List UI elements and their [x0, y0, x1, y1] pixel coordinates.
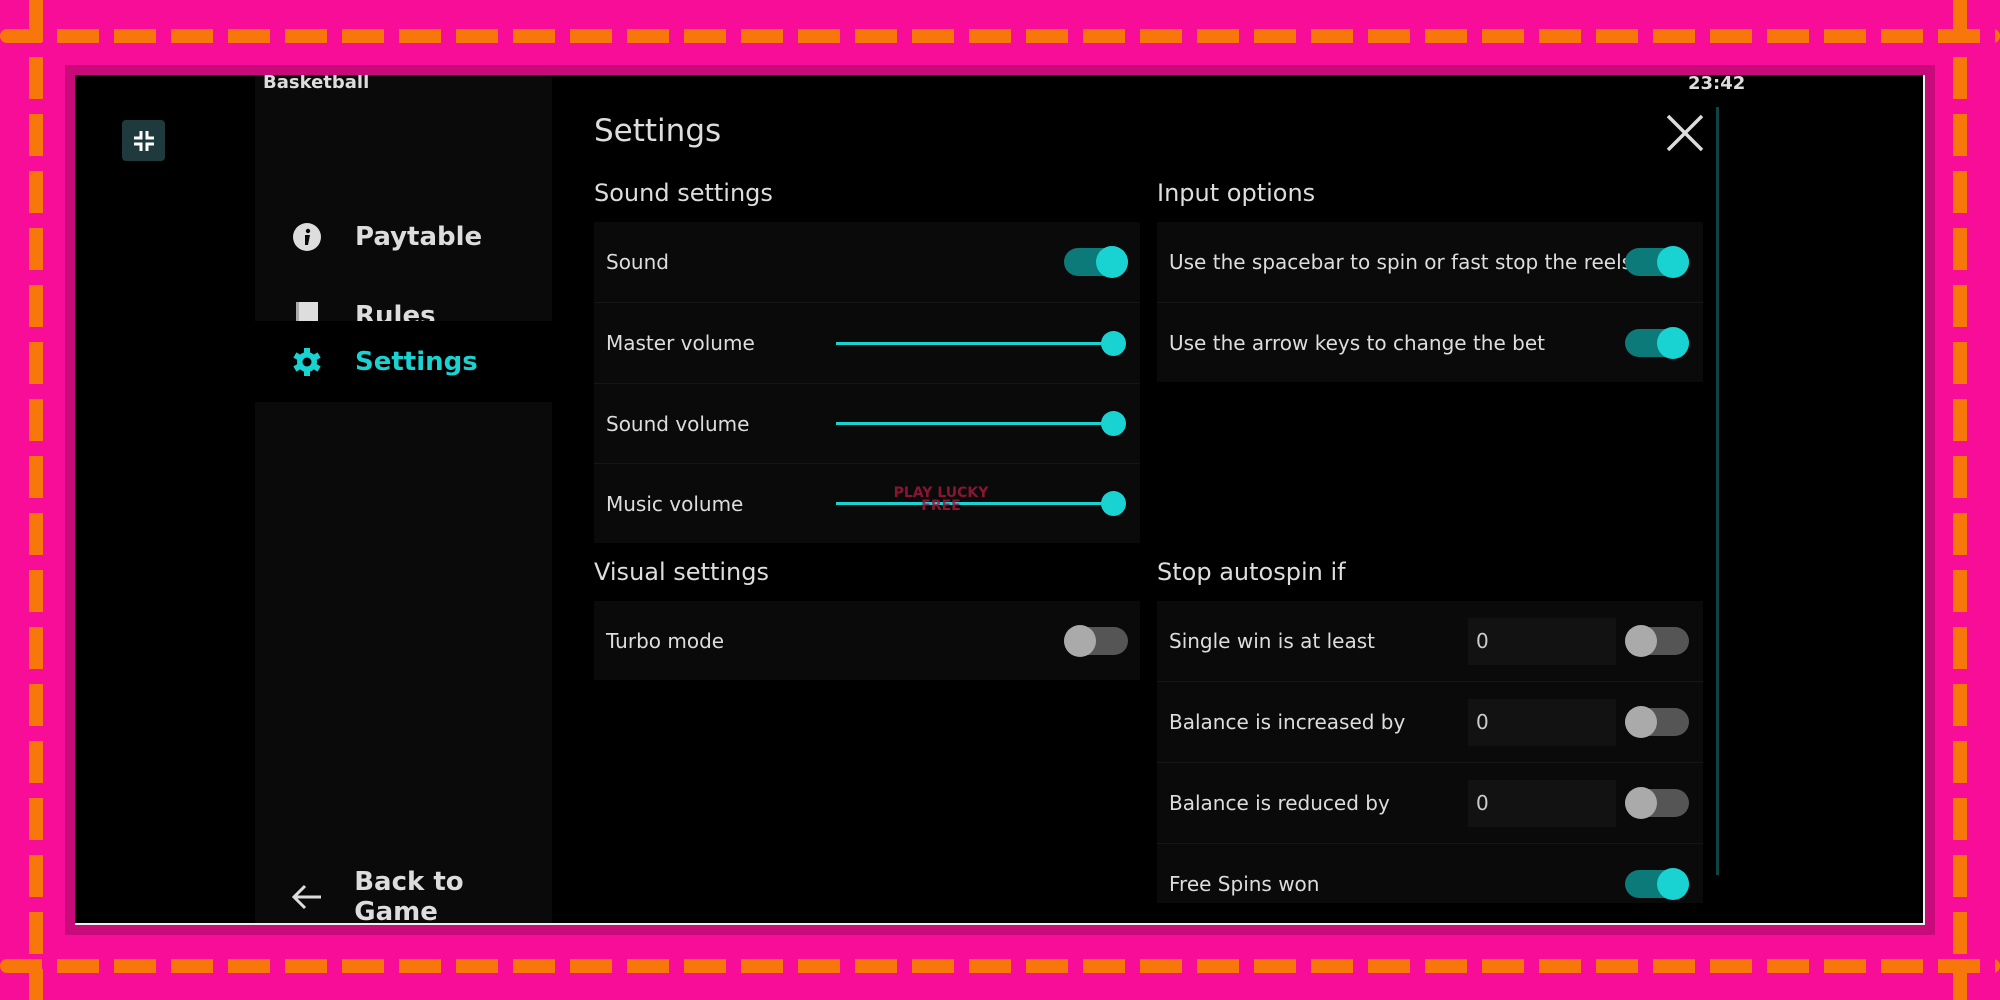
back-to-game-label: Back to Game: [354, 867, 464, 925]
music-volume-label: Music volume: [606, 491, 744, 516]
master-volume-label: Master volume: [606, 331, 755, 355]
sidebar: Paytable Rules Settings Back to Game: [255, 75, 552, 925]
clock: 23:42: [1688, 75, 1746, 94]
sound-volume-row: Sound volume: [594, 383, 1140, 463]
arrow-keys-toggle[interactable]: [1625, 326, 1689, 359]
balance-reduced-label: Balance is reduced by: [1169, 791, 1390, 815]
music-volume-row: Music volume: [594, 463, 1140, 543]
balance-increased-row: Balance is increased by 0: [1157, 681, 1703, 762]
close-button[interactable]: [1665, 113, 1705, 153]
frame-dash-left: [29, 0, 43, 1000]
master-volume-slider[interactable]: [836, 330, 1126, 356]
single-win-toggle[interactable]: [1625, 625, 1689, 657]
gear-icon: [289, 347, 325, 377]
sidebar-item-label: Paytable: [355, 222, 483, 252]
sound-settings-panel: Sound Master volume Sound volume Music v…: [594, 222, 1140, 543]
free-spins-toggle[interactable]: [1625, 867, 1689, 900]
sound-toggle[interactable]: [1064, 246, 1128, 278]
balance-increased-label: Balance is increased by: [1169, 710, 1406, 734]
exit-fullscreen-icon: [133, 130, 154, 151]
single-win-label: Single win is at least: [1169, 629, 1375, 653]
input-options-panel: Use the spacebar to spin or fast stop th…: [1157, 222, 1703, 382]
balance-increased-toggle[interactable]: [1625, 706, 1689, 738]
spacebar-toggle[interactable]: [1625, 246, 1689, 278]
balance-reduced-input[interactable]: 0: [1468, 779, 1616, 827]
arrow-keys-row: Use the arrow keys to change the bet: [1157, 302, 1703, 382]
autospin-header: Stop autospin if: [1157, 558, 1346, 586]
sidebar-item-label: Settings: [355, 346, 478, 377]
balance-increased-input[interactable]: 0: [1468, 698, 1616, 746]
arrow-left-icon: [289, 884, 324, 910]
frame-dash-right: [1953, 0, 1967, 1000]
back-to-game-button[interactable]: Back to Game: [255, 857, 552, 925]
master-volume-row: Master volume: [594, 302, 1140, 383]
sound-volume-label: Sound volume: [606, 411, 750, 436]
spacebar-row: Use the spacebar to spin or fast stop th…: [1157, 222, 1703, 302]
game-title: Basketball: [263, 75, 370, 93]
arrow-keys-label: Use the arrow keys to change the bet: [1169, 330, 1545, 355]
frame-dash-bottom: [0, 959, 2000, 973]
turbo-row: Turbo mode: [594, 601, 1140, 680]
turbo-toggle[interactable]: [1064, 624, 1128, 657]
input-options-header: Input options: [1157, 179, 1316, 207]
spacebar-label: Use the spacebar to spin or fast stop th…: [1169, 250, 1633, 274]
balance-reduced-row: Balance is reduced by 0: [1157, 762, 1703, 843]
game-screen: Paytable Rules Settings Back to Game Bas…: [75, 75, 1925, 925]
single-win-input[interactable]: 0: [1468, 617, 1616, 665]
sound-row: Sound: [594, 222, 1140, 302]
scrollbar[interactable]: [1716, 107, 1719, 875]
visual-settings-header: Visual settings: [594, 558, 769, 586]
free-spins-row: Free Spins won: [1157, 843, 1703, 923]
visual-settings-panel: Turbo mode: [594, 601, 1140, 680]
autospin-panel: Single win is at least 0 Balance is incr…: [1157, 601, 1703, 903]
single-win-row: Single win is at least 0: [1157, 601, 1703, 681]
sound-label: Sound: [606, 250, 669, 274]
free-spins-label: Free Spins won: [1169, 871, 1320, 896]
balance-reduced-toggle[interactable]: [1625, 787, 1689, 819]
turbo-label: Turbo mode: [606, 628, 725, 653]
page-title: Settings: [594, 113, 722, 149]
frame-dash-top: [0, 29, 2000, 43]
sidebar-item-paytable[interactable]: Paytable: [255, 197, 552, 277]
sound-settings-header: Sound settings: [594, 179, 773, 207]
info-icon: [289, 223, 325, 251]
watermark: PLAY LUCKY FREE: [893, 485, 989, 514]
sound-volume-slider[interactable]: [836, 411, 1126, 436]
exit-fullscreen-button[interactable]: [122, 120, 165, 161]
close-icon: [1666, 114, 1704, 152]
sidebar-item-settings[interactable]: Settings: [255, 321, 552, 402]
